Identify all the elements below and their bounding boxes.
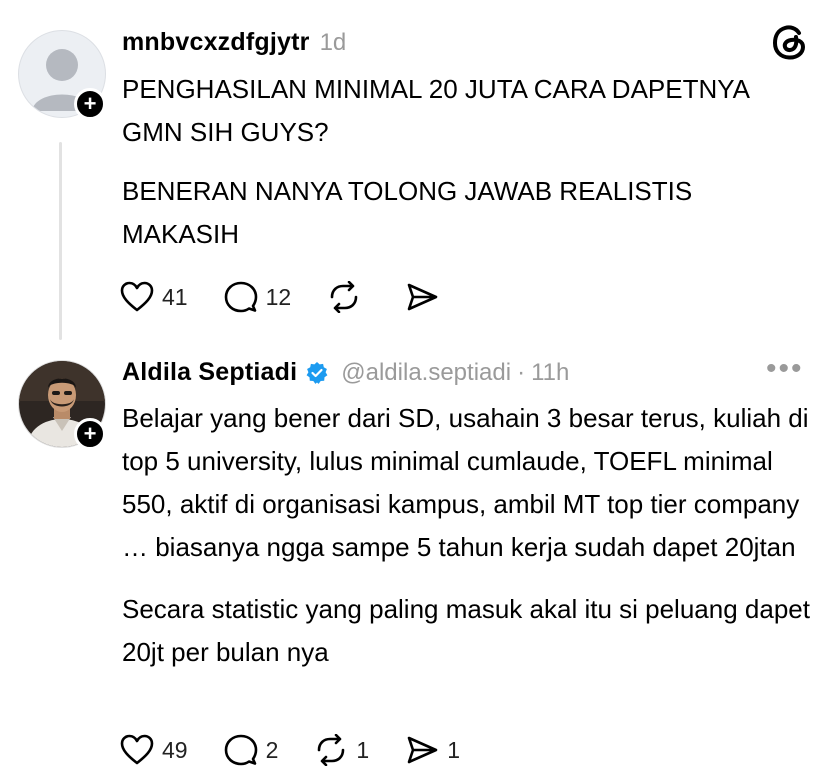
share-button[interactable]: [405, 281, 447, 313]
post-body: PENGHASILAN MINIMAL 20 JUTA CARA DAPETNY…: [122, 68, 762, 256]
post-actions: 41 12: [120, 281, 447, 313]
post-actions: 49 2 1 1: [120, 734, 460, 766]
verified-badge-icon: [306, 361, 328, 384]
username[interactable]: mnbvcxzdfgjytr: [122, 28, 310, 57]
repost-button[interactable]: 1: [314, 734, 369, 766]
plus-icon: +: [83, 91, 97, 116]
threads-logo-icon[interactable]: [770, 22, 810, 67]
display-name[interactable]: Aldila Septiadi: [122, 358, 297, 387]
reply-count: 12: [265, 283, 292, 310]
reply-button[interactable]: 2: [224, 734, 279, 766]
more-options-icon[interactable]: •••: [766, 352, 804, 386]
meta-separator: ·: [517, 358, 526, 386]
repost-icon: [318, 734, 345, 766]
like-count: 41: [162, 283, 188, 310]
follow-plus-button[interactable]: +: [74, 88, 106, 120]
share-button[interactable]: 1: [405, 734, 460, 766]
share-count: 1: [447, 736, 460, 763]
repost-icon: [330, 281, 358, 313]
like-button[interactable]: 41: [120, 281, 188, 313]
send-icon: [407, 736, 438, 764]
user-handle[interactable]: @aldila.septiadi: [341, 359, 511, 387]
heart-icon: [120, 281, 154, 312]
post-paragraph: PENGHASILAN MINIMAL 20 JUTA CARA DAPETNY…: [122, 74, 749, 147]
post-header: Aldila Septiadi @aldila.septiadi · 11h: [122, 358, 569, 387]
post-paragraph: Secara statistic yang paling masuk akal …: [122, 594, 810, 667]
post-paragraph: BENERAN NANYA TOLONG JAWAB REALISTIS MAK…: [122, 176, 693, 249]
post-paragraph: Belajar yang bener dari SD, usahain 3 be…: [122, 403, 809, 562]
heart-icon: [120, 734, 154, 765]
like-count: 49: [162, 736, 188, 763]
like-button[interactable]: 49: [120, 734, 188, 766]
repost-button[interactable]: [327, 281, 369, 313]
send-icon: [407, 283, 438, 311]
repost-count: 1: [356, 736, 370, 763]
post-meta: @aldila.septiadi · 11h: [341, 359, 569, 387]
reply-button[interactable]: 12: [224, 281, 292, 313]
post-time: 11h: [531, 358, 570, 386]
reply-count: 2: [265, 736, 279, 763]
thread-connector-line: [59, 142, 62, 340]
follow-plus-button[interactable]: +: [74, 418, 106, 450]
plus-icon: +: [83, 421, 97, 446]
post-header: mnbvcxzdfgjytr 1d: [122, 28, 346, 57]
post-time: 1d: [319, 29, 347, 56]
post-body: Belajar yang bener dari SD, usahain 3 be…: [122, 397, 812, 674]
comment-icon: [224, 281, 257, 313]
comment-icon: [224, 734, 257, 766]
